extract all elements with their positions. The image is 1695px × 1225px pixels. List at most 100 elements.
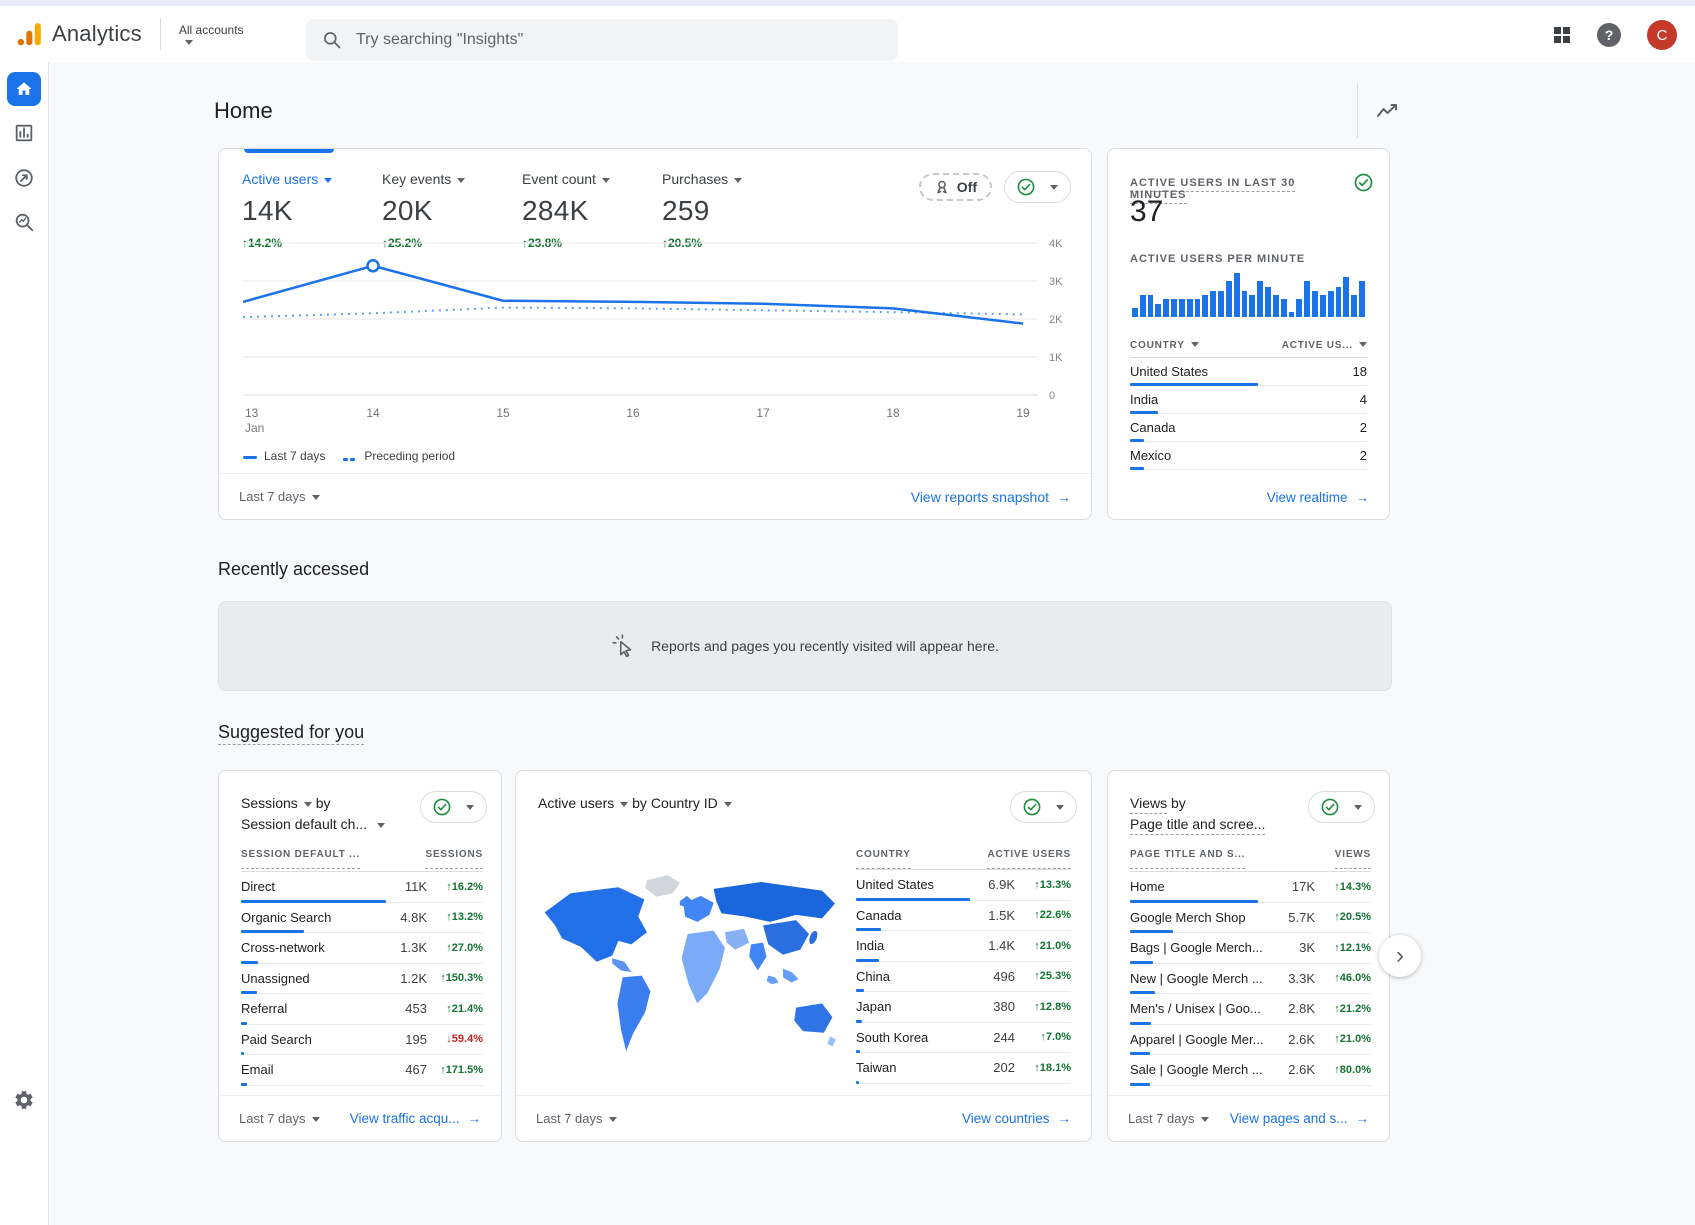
table-row: Japan380↑12.8% xyxy=(856,992,1071,1023)
active-users-per-minute-bar xyxy=(1140,295,1146,317)
cursor-click-icon xyxy=(611,633,637,659)
org-grid-icon[interactable] xyxy=(1553,26,1571,44)
sidebar-item-reports[interactable] xyxy=(7,116,41,150)
active-users-per-minute-bar xyxy=(1265,287,1271,317)
row-delta: ↑21.2% xyxy=(1315,1003,1371,1015)
row-progress-bar xyxy=(241,1083,247,1086)
active-users-per-minute-bar xyxy=(1273,295,1279,317)
active-users-per-minute-bar xyxy=(1187,299,1193,317)
table-body: United States6.9K↑13.3%Canada1.5K↑22.6%I… xyxy=(856,869,1071,1084)
status-ok-dropdown[interactable] xyxy=(420,791,487,823)
solid-line-swatch xyxy=(243,456,257,459)
svg-text:Jan: Jan xyxy=(245,421,264,435)
avatar[interactable]: C xyxy=(1647,20,1677,50)
row-label: Organic Search xyxy=(241,910,391,925)
chevron-down-icon[interactable] xyxy=(724,802,732,807)
country-table: COUNTRY ACTIVE USERS United States6.9K↑1… xyxy=(856,849,1071,1084)
row-value: 1.3K xyxy=(391,940,427,955)
active-users-per-minute-bar xyxy=(1155,304,1161,317)
status-ok-dropdown[interactable] xyxy=(1308,791,1375,823)
row-delta: ↑27.0% xyxy=(427,942,483,954)
card-dimension-selector[interactable]: Session default ch... xyxy=(241,816,385,832)
row-delta: ↑13.3% xyxy=(1015,879,1071,891)
status-ok-icon[interactable] xyxy=(1354,173,1373,197)
arrow-right-icon: → xyxy=(1057,489,1071,505)
views-card: Views by Page title and scree... PAGE TI… xyxy=(1107,770,1390,1142)
country-column-sort[interactable]: COUNTRY xyxy=(1130,340,1199,351)
row-delta: ↑150.3% xyxy=(427,972,483,984)
help-icon[interactable]: ? xyxy=(1597,23,1621,47)
chevron-down-icon xyxy=(1056,805,1064,810)
active-users-column-sort[interactable]: ACTIVE US... xyxy=(1282,340,1367,351)
row-value: 453 xyxy=(391,1001,427,1016)
svg-text:14: 14 xyxy=(366,406,380,420)
active-users-per-minute-bar xyxy=(1328,291,1334,317)
active-users-per-minute-bar xyxy=(1257,281,1263,317)
search-input[interactable] xyxy=(354,30,882,50)
svg-text:1K: 1K xyxy=(1049,352,1063,364)
table-row: Canada1.5K↑22.6% xyxy=(856,901,1071,932)
arrow-right-icon: → xyxy=(1356,1111,1370,1126)
row-label: Sale | Google Merch ... xyxy=(1130,1062,1279,1077)
arrow-right-icon: → xyxy=(1356,490,1370,505)
world-map xyxy=(536,845,848,1101)
account-selector[interactable]: All accounts xyxy=(179,23,244,45)
active-users-per-minute-bar xyxy=(1336,287,1342,317)
date-range-selector[interactable]: Last 7 days xyxy=(536,1111,617,1126)
table-row: Canada2 xyxy=(1130,414,1367,442)
page-title: Home xyxy=(214,98,273,124)
row-label: Home xyxy=(1130,879,1279,894)
account-selector-label: All accounts xyxy=(179,23,244,37)
table-row: Email467↑171.5% xyxy=(241,1055,483,1086)
table-body: Home17K↑14.3%Google Merch Shop5.7K↑20.5%… xyxy=(1130,871,1371,1086)
sidebar-item-explore[interactable] xyxy=(7,205,41,239)
row-label: United States xyxy=(856,877,979,892)
row-value: 17K xyxy=(1279,879,1315,894)
table-row: Sale | Google Merch ...2.6K↑80.0% xyxy=(1130,1055,1371,1086)
date-range-selector[interactable]: Last 7 days xyxy=(1128,1111,1209,1126)
chevron-down-icon xyxy=(312,495,320,500)
country-name: Canada xyxy=(1130,420,1176,435)
row-value: 3K xyxy=(1279,940,1315,955)
country-name: United States xyxy=(1130,364,1208,379)
view-traffic-acquisition-link[interactable]: View traffic acqu...→ xyxy=(350,1111,481,1126)
analytics-logo[interactable]: Analytics xyxy=(16,21,142,47)
metric-label: Purchases xyxy=(662,171,754,187)
sidebar-item-home[interactable] xyxy=(7,72,41,106)
view-pages-and-screens-link[interactable]: View pages and s...→ xyxy=(1230,1111,1369,1126)
svg-text:19: 19 xyxy=(1016,406,1030,420)
table-row: Apparel | Google Mer...2.6K↑21.0% xyxy=(1130,1025,1371,1056)
metric-value: 20K xyxy=(382,195,474,227)
table-header: COUNTRY ACTIVE USERS xyxy=(856,849,1071,869)
status-ok-dropdown[interactable] xyxy=(1010,791,1077,823)
sidebar-item-admin[interactable] xyxy=(7,1083,41,1117)
table-header: COUNTRY ACTIVE US... xyxy=(1130,333,1367,358)
active-users-30min-value: 37 xyxy=(1130,195,1163,229)
view-reports-snapshot-link[interactable]: View reports snapshot→ xyxy=(911,489,1071,505)
table-row: Google Merch Shop5.7K↑20.5% xyxy=(1130,903,1371,934)
chart-legend: Last 7 days Preceding period xyxy=(243,449,455,464)
insights-toggle[interactable]: Off xyxy=(919,173,992,201)
view-realtime-link[interactable]: View realtime→ xyxy=(1267,490,1369,505)
date-range-selector[interactable]: Last 7 days xyxy=(239,489,320,504)
active-users-per-minute-bar xyxy=(1312,291,1318,317)
chevron-down-icon[interactable] xyxy=(304,802,312,807)
active-users-per-minute-bar xyxy=(1359,281,1365,317)
realtime-country-table: COUNTRY ACTIVE US... United States18Indi… xyxy=(1130,333,1367,470)
sidebar-item-advertising[interactable] xyxy=(7,161,41,195)
main-content: Home Active users14K↑14.2%Key events20K↑… xyxy=(49,62,1695,1225)
metric-column-header: ACTIVE USERS xyxy=(987,849,1071,869)
search-bar[interactable] xyxy=(306,19,898,61)
insights-sparkline-icon[interactable] xyxy=(1369,96,1405,126)
svg-text:0: 0 xyxy=(1049,390,1055,402)
metric-label-text: Active users xyxy=(242,171,318,187)
active-users-per-minute-bar xyxy=(1343,277,1349,317)
dimension-column-header: PAGE TITLE AND S... xyxy=(1130,849,1245,869)
next-cards-button[interactable]: › xyxy=(1379,935,1421,977)
date-range-selector[interactable]: Last 7 days xyxy=(239,1111,320,1126)
metric-label-text: Event count xyxy=(522,171,596,187)
active-tab-indicator xyxy=(244,149,334,153)
check-circle-icon xyxy=(433,798,451,816)
view-countries-link[interactable]: View countries→ xyxy=(962,1111,1071,1126)
status-ok-dropdown[interactable] xyxy=(1004,171,1071,203)
